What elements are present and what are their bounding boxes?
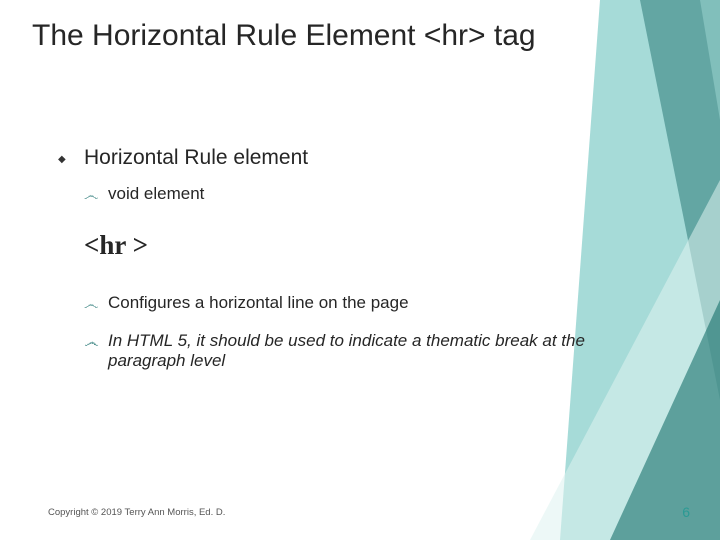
swirl-icon: ෴ bbox=[84, 187, 108, 204]
slide-body: ◆ Horizontal Rule element ෴ void element… bbox=[58, 146, 620, 389]
page-number: 6 bbox=[682, 504, 690, 520]
swirl-icon: ෴ bbox=[84, 296, 108, 313]
bullet-text: Horizontal Rule element bbox=[84, 146, 308, 170]
slide-title: The Horizontal Rule Element <hr> tag bbox=[32, 18, 630, 54]
swirl-icon: ෴ bbox=[84, 334, 108, 351]
bullet-icon: ◆ bbox=[58, 154, 84, 165]
bullet-void: ෴ void element bbox=[84, 184, 620, 204]
bullet-main: ◆ Horizontal Rule element bbox=[58, 146, 620, 170]
bullet-html5: ෴ In HTML 5, it should be used to indica… bbox=[84, 331, 620, 371]
bullet-text: In HTML 5, it should be used to indicate… bbox=[108, 331, 620, 371]
bullet-text: void element bbox=[108, 184, 204, 204]
hr-tag-example: <hr > bbox=[84, 230, 620, 261]
bullet-text: Configures a horizontal line on the page bbox=[108, 293, 409, 313]
copyright-text: Copyright © 2019 Terry Ann Morris, Ed. D… bbox=[48, 507, 225, 518]
bullet-configures: ෴ Configures a horizontal line on the pa… bbox=[84, 293, 620, 313]
